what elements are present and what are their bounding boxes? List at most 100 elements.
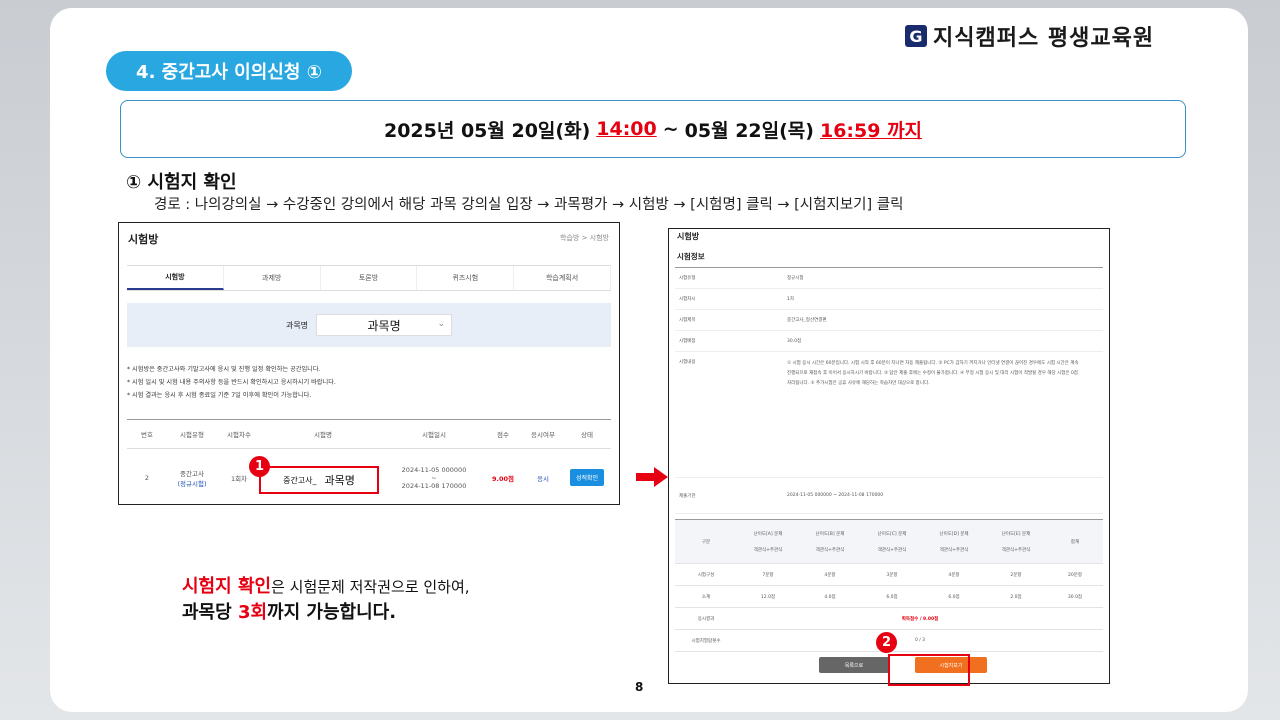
info-key: 시험제목 bbox=[679, 318, 696, 323]
exam-date: 2024-11-05 000000 ~ 2024-11-08 170000 bbox=[385, 466, 483, 490]
period-end-time: 16:59 까지 bbox=[819, 119, 923, 142]
info-row: 시험내용 ① 시험 응시 시간은 60분입니다. 시험 시작 후 60분이 지나면… bbox=[675, 352, 1103, 478]
info-row: 제출기한 2024-11-05 000000 ~ 2024-11-08 17000… bbox=[675, 478, 1103, 514]
tab-syllabus[interactable]: 학습계획서 bbox=[514, 266, 611, 290]
back-to-list-button[interactable]: 목록으로 bbox=[819, 657, 889, 673]
grid-header-name: 난이도[E] 문제 bbox=[1001, 531, 1031, 537]
note-line-2c: 까지 가능합니다. bbox=[267, 602, 397, 623]
grid-header-row: 구분 난이도[A] 문제 객관식+주관식 난이도[B] 문제 객관식+주관식 난이도… bbox=[675, 520, 1103, 564]
grid-header: 난이도[D] 문제객관식+주관식 bbox=[923, 531, 985, 553]
grid-row-label: 시험구성 bbox=[697, 572, 715, 578]
exam-note: * 시험방은 중간고사와 기말고사에 응시 및 진행 일정 확인하는 공간입니다… bbox=[127, 366, 321, 373]
info-key: 제출기한 bbox=[679, 493, 696, 499]
exam-note: * 시험 결과는 응시 후 시험 종료일 기준 7일 이후에 확인이 가능합니다… bbox=[127, 392, 312, 399]
grid-header: 난이도[B] 문제객관식+주관식 bbox=[799, 531, 861, 553]
note-line-2: 과목당 3회까지 가능합니다. bbox=[182, 600, 470, 626]
info-key: 시험배점 bbox=[679, 339, 696, 344]
step-badge-1: 1 bbox=[249, 456, 270, 477]
note-line-2a: 과목당 bbox=[182, 602, 238, 623]
grid-header-sub: 객관식+주관식 bbox=[877, 547, 907, 553]
exam-notes: * 시험방은 중간고사와 기말고사에 응시 및 진행 일정 확인하는 공간입니다… bbox=[127, 363, 336, 402]
grid-header-sub: 객관식+주관식 bbox=[1001, 547, 1031, 553]
grid-cell: 6.0점 bbox=[948, 594, 960, 600]
grid-header: 난이도[E] 문제객관식+주관식 bbox=[985, 531, 1047, 553]
subject-select-value: 과목명 bbox=[367, 318, 401, 333]
info-value: 정규시험 bbox=[787, 276, 804, 281]
grid-row: 소계 12.0점 4.0점 6.0점 6.0점 2.0점 30.0점 bbox=[675, 586, 1103, 608]
exam-info-room-title: 시험방 bbox=[677, 232, 700, 241]
column-header: 상태 bbox=[581, 431, 593, 439]
grid-cell: 2문항 bbox=[1010, 572, 1022, 578]
grid-header-name: 난이도[A] 문제 bbox=[753, 531, 783, 537]
exam-name: 과목명 bbox=[324, 474, 355, 487]
column-header: 시험일시 bbox=[422, 431, 446, 439]
info-key: 시험유형 bbox=[679, 276, 696, 281]
period-separator: ~ bbox=[662, 118, 679, 140]
exam-status: 응시 bbox=[537, 474, 549, 483]
info-key: 시험내용 bbox=[679, 360, 696, 365]
tab-quiz[interactable]: 퀴즈시험 bbox=[417, 266, 515, 290]
note-count: 3회 bbox=[237, 602, 268, 623]
info-value: 2024-11-05 000000 ~ 2024-11-08 170000 bbox=[787, 493, 884, 498]
page-number: 8 bbox=[635, 680, 644, 694]
grid-header-name: 난이도[D] 문제 bbox=[939, 531, 969, 537]
grid-row-label: 소계 bbox=[701, 594, 711, 600]
view-limit-note: 시험지 확인은 시험문제 저작권으로 인하여, 과목당 3회까지 가능합니다. bbox=[182, 574, 470, 626]
grid-cell: 6.0점 bbox=[886, 594, 898, 600]
subject-filter: 과목명 과목명 ⌄ bbox=[127, 303, 611, 347]
column-header: 점수 bbox=[497, 431, 509, 439]
step-badge-2: 2 bbox=[876, 632, 897, 653]
step-title: ① 시험지 확인 bbox=[126, 172, 237, 193]
section-title: 4. 중간고사 이의신청 ① bbox=[106, 51, 352, 91]
exam-date-end: 2024-11-08 170000 bbox=[401, 481, 467, 490]
period-start: 2025년 05월 20일(화) bbox=[383, 119, 591, 142]
grid-total: 20문항 bbox=[1067, 572, 1082, 578]
info-row: 시험배점 30.0점 bbox=[675, 331, 1103, 352]
exam-date-separator: ~ bbox=[431, 473, 437, 482]
grid-header-sub: 객관식+주관식 bbox=[939, 547, 969, 553]
grid-cell: 12.0점 bbox=[760, 594, 776, 600]
column-header: 시험명 bbox=[314, 431, 332, 439]
row-number: 2 bbox=[144, 473, 150, 482]
info-value: 중간고사_정산연결편 bbox=[787, 318, 827, 323]
column-header: 번호 bbox=[141, 431, 153, 439]
grid-cell: 4문항 bbox=[948, 572, 960, 578]
check-grade-button[interactable]: 성적확인 bbox=[569, 469, 605, 486]
grid-header-sub: 객관식+주관식 bbox=[753, 547, 783, 553]
period-start-time: 14:00 bbox=[596, 118, 657, 140]
grid-header-name: 난이도[B] 문제 bbox=[815, 531, 845, 537]
info-row: 시험유형 정규시험 bbox=[675, 268, 1103, 289]
exam-room-tabs: 시험방 과제방 토론방 퀴즈시험 학습계획서 bbox=[127, 265, 611, 291]
tab-exam-room[interactable]: 시험방 bbox=[127, 266, 224, 290]
grid-cell: 7문항 bbox=[762, 572, 774, 578]
subject-filter-label: 과목명 bbox=[285, 320, 309, 330]
exam-date-start: 2024-11-05 000000 bbox=[401, 465, 467, 474]
grid-cell: 4문항 bbox=[824, 572, 836, 578]
exam-note: * 시험 일시 및 시험 내용 주의사항 등을 반드시 확인하시고 응시하시기 … bbox=[127, 379, 336, 386]
note-highlight: 시험지 확인 bbox=[182, 576, 272, 597]
brand-logo-icon: G bbox=[905, 25, 927, 47]
info-row: 시험제목 중간고사_정산연결편 bbox=[675, 310, 1103, 331]
grade-cell: 성적확인 bbox=[563, 469, 611, 486]
brand-name: 지식캠퍼스 평생교육원 bbox=[933, 26, 1155, 51]
exam-info-title: 시험정보 bbox=[677, 252, 705, 261]
exam-name-link[interactable]: 중간고사_ 과목명 bbox=[259, 466, 379, 494]
grid-header-sub: 객관식+주관식 bbox=[815, 547, 845, 553]
column-header: 응시여부 bbox=[531, 431, 555, 439]
info-row: 시험차시 1차 bbox=[675, 289, 1103, 310]
grid-row: 시험구성 7문항 4문항 3문항 4문항 2문항 20문항 bbox=[675, 564, 1103, 586]
exam-score: 9.00점 bbox=[491, 474, 515, 483]
subject-select[interactable]: 과목명 ⌄ bbox=[316, 314, 453, 336]
grid-header-name: 난이도[C] 문제 bbox=[877, 531, 907, 537]
tab-discussion[interactable]: 토론방 bbox=[321, 266, 418, 290]
exam-room-screenshot: 시험방 학습방 > 시험방 시험방 과제방 토론방 퀴즈시험 학습계획서 과목명… bbox=[118, 222, 620, 505]
tab-assignment[interactable]: 과제방 bbox=[224, 266, 321, 290]
exam-name-prefix: 중간고사_ bbox=[283, 475, 317, 485]
info-key: 시험차시 bbox=[679, 297, 696, 302]
grid-cell: 3문항 bbox=[886, 572, 898, 578]
result-value: 획득점수 / 9.00점 bbox=[901, 616, 939, 622]
view-count-value: 0 / 3 bbox=[914, 638, 926, 643]
result-label: 응시결과 bbox=[697, 616, 715, 622]
grid-total: 30.0점 bbox=[1067, 594, 1083, 600]
column-header: 시험유형 bbox=[180, 431, 204, 439]
